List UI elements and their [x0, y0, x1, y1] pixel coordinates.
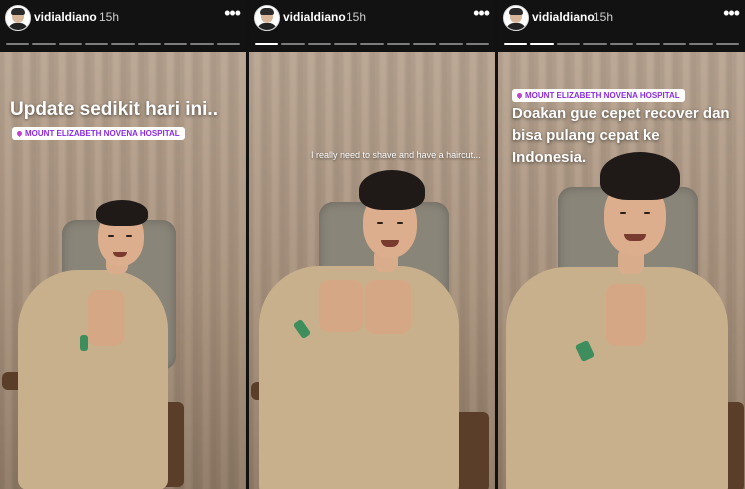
progress-segment: [281, 43, 305, 45]
avatar[interactable]: [254, 5, 280, 31]
progress-segment: [715, 43, 739, 45]
more-horizontal-icon[interactable]: •••: [224, 4, 241, 22]
username[interactable]: vidialdiano: [283, 10, 346, 24]
location-pin-icon: [15, 129, 24, 138]
location-sticker[interactable]: MOUNT ELIZABETH NOVENA HOSPITAL: [512, 89, 685, 102]
progress-segment: [307, 43, 331, 45]
story-header: vidialdiano 15h •••: [0, 0, 246, 52]
progress-segment: [530, 43, 554, 45]
username[interactable]: vidialdiano: [34, 10, 97, 24]
progress-segment: [689, 43, 713, 45]
progress-segment: [111, 43, 135, 45]
progress-segment: [465, 43, 489, 45]
progress-segment: [636, 43, 660, 45]
progress-segment: [163, 43, 188, 45]
progress-segment: [583, 43, 607, 45]
post-time: 15h: [99, 10, 120, 24]
avatar[interactable]: [5, 5, 31, 31]
location-name: MOUNT ELIZABETH NOVENA HOSPITAL: [525, 91, 680, 100]
story-panel-2[interactable]: vidialdiano 15h ••• I really need to sha…: [249, 0, 495, 489]
progress-segment: [58, 43, 82, 45]
story-progress-bar: [6, 43, 240, 46]
story-caption: I really need to shave and have a haircu…: [311, 150, 481, 160]
location-sticker[interactable]: MOUNT ELIZABETH NOVENA HOSPITAL: [12, 127, 185, 140]
avatar[interactable]: [503, 5, 529, 31]
progress-segment: [84, 43, 109, 45]
progress-segment: [190, 43, 214, 45]
username[interactable]: vidialdiano: [532, 10, 595, 24]
progress-segment: [412, 43, 437, 45]
progress-segment: [662, 43, 687, 45]
location-name: MOUNT ELIZABETH NOVENA HOSPITAL: [25, 129, 180, 138]
story-strip: vidialdiano 15h ••• Update sedikit hari …: [0, 0, 745, 489]
post-time: 15h: [346, 10, 367, 24]
story-caption: Doakan gue cepet recover dan bisa pulang…: [512, 105, 730, 166]
progress-segment: [609, 43, 634, 45]
more-horizontal-icon[interactable]: •••: [473, 4, 490, 22]
story-progress-bar: [504, 43, 739, 46]
story-header: vidialdiano 15h •••: [498, 0, 745, 52]
progress-segment: [6, 43, 30, 45]
more-horizontal-icon[interactable]: •••: [723, 4, 740, 22]
progress-segment: [504, 43, 528, 45]
progress-segment: [216, 43, 240, 45]
progress-segment: [556, 43, 581, 45]
location-pin-icon: [515, 91, 524, 100]
story-caption: Update sedikit hari ini..: [10, 99, 218, 120]
progress-segment: [439, 43, 463, 45]
story-image: [249, 52, 495, 489]
story-panel-1[interactable]: vidialdiano 15h ••• Update sedikit hari …: [0, 0, 246, 489]
story-panel-3[interactable]: vidialdiano 15h ••• MOUNT ELIZABETH NOVE…: [498, 0, 745, 489]
progress-segment: [137, 43, 161, 45]
progress-segment: [386, 43, 410, 45]
story-progress-bar: [255, 43, 489, 46]
progress-segment: [32, 43, 56, 45]
post-time: 15h: [593, 10, 614, 24]
progress-segment: [255, 43, 279, 45]
progress-segment: [333, 43, 358, 45]
progress-segment: [360, 43, 384, 45]
story-header: vidialdiano 15h •••: [249, 0, 495, 52]
